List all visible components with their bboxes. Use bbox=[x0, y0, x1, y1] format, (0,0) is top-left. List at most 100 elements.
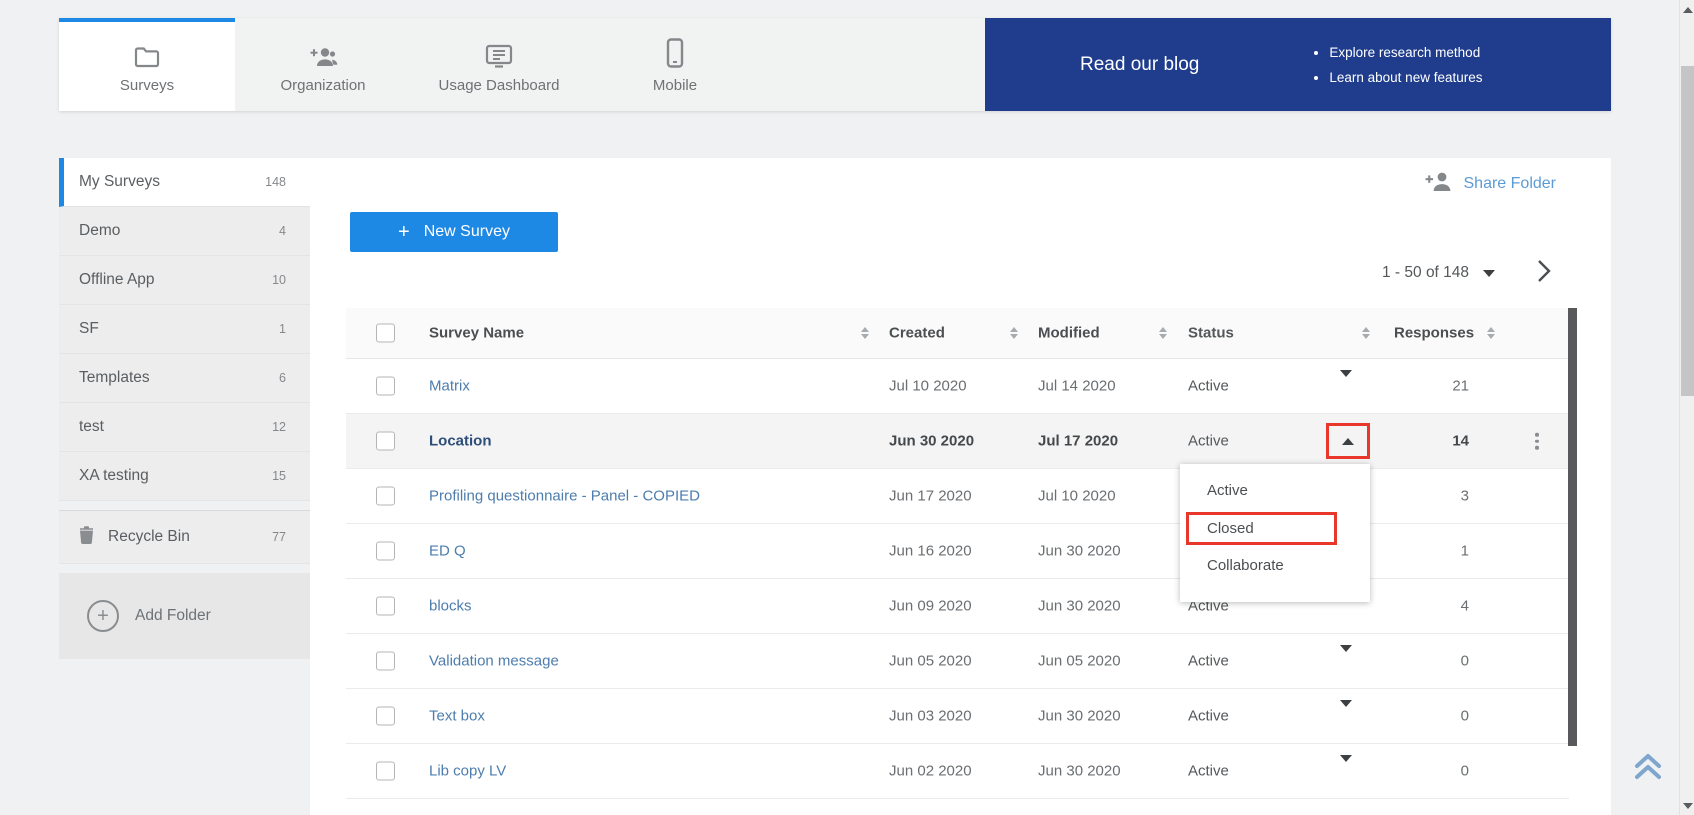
table-row: blocks Jun 09 2020 Jun 30 2020 Active 4 bbox=[346, 579, 1569, 634]
survey-name-link[interactable]: Profiling questionnaire - Panel - COPIED bbox=[429, 488, 700, 505]
annotation-box-dropdown-toggle[interactable] bbox=[1326, 423, 1370, 459]
sort-icon[interactable] bbox=[1362, 327, 1370, 339]
folder-icon bbox=[134, 34, 160, 68]
table-scrollbar-thumb[interactable] bbox=[1568, 308, 1577, 746]
share-folder-button[interactable]: Share Folder bbox=[1425, 172, 1557, 196]
tab-label: Usage Dashboard bbox=[439, 77, 560, 94]
pagination-range-label: 1 - 50 of 148 bbox=[1382, 264, 1469, 282]
sort-icon[interactable] bbox=[1487, 327, 1495, 339]
folder-label: My Surveys bbox=[79, 173, 160, 191]
table-row: Lib copy LV Jun 02 2020 Jun 30 2020 Acti… bbox=[346, 744, 1569, 799]
table-header-row: Survey Name Created Modified Status Resp… bbox=[346, 308, 1569, 359]
dropdown-option-collaborate[interactable]: Collaborate bbox=[1180, 545, 1370, 587]
folder-count: 77 bbox=[272, 530, 286, 544]
row-checkbox[interactable] bbox=[376, 377, 395, 396]
tab-mobile[interactable]: Mobile bbox=[587, 18, 763, 111]
created-date: Jul 10 2020 bbox=[889, 378, 967, 395]
survey-name-link[interactable]: ED Q bbox=[429, 543, 466, 560]
survey-name-link[interactable]: blocks bbox=[429, 598, 472, 615]
chevron-down-icon bbox=[1340, 755, 1352, 779]
new-survey-button[interactable]: + New Survey bbox=[350, 212, 558, 252]
sort-icon[interactable] bbox=[1159, 327, 1167, 339]
row-checkbox[interactable] bbox=[376, 652, 395, 671]
row-checkbox[interactable] bbox=[376, 542, 395, 561]
folder-count: 10 bbox=[272, 273, 286, 287]
created-date: Jun 30 2020 bbox=[889, 433, 974, 450]
back-to-top-button[interactable] bbox=[1632, 752, 1664, 787]
page-scrollbar-thumb[interactable] bbox=[1681, 66, 1694, 396]
table-row: Text box Jun 03 2020 Jun 30 2020 Active … bbox=[346, 689, 1569, 744]
created-date: Jun 03 2020 bbox=[889, 708, 972, 725]
scrollbar-up-arrow-icon[interactable] bbox=[1683, 7, 1693, 13]
modified-date: Jun 30 2020 bbox=[1038, 708, 1121, 725]
folder-count: 12 bbox=[272, 420, 286, 434]
dropdown-option-active[interactable]: Active bbox=[1180, 470, 1370, 512]
survey-name-link[interactable]: Lib copy LV bbox=[429, 763, 506, 780]
scrollbar-down-arrow-icon[interactable] bbox=[1683, 803, 1693, 809]
person-add-icon bbox=[1425, 172, 1452, 196]
next-page-button[interactable] bbox=[1536, 258, 1552, 289]
column-header-created: Created bbox=[889, 325, 945, 342]
table-row: Validation message Jun 05 2020 Jun 05 20… bbox=[346, 634, 1569, 689]
add-folder-button[interactable]: + Add Folder bbox=[59, 573, 310, 659]
folder-count: 1 bbox=[279, 322, 286, 336]
modified-date: Jul 17 2020 bbox=[1038, 433, 1118, 450]
sidebar-item-recycle-bin[interactable]: Recycle Bin 77 bbox=[59, 510, 310, 564]
row-checkbox[interactable] bbox=[376, 487, 395, 506]
table-row-selected: Location Jun 30 2020 Jul 17 2020 Active … bbox=[346, 414, 1569, 469]
chevron-right-icon bbox=[1536, 258, 1552, 284]
banner-bullet-list: Explore research method Learn about new … bbox=[1311, 40, 1482, 90]
dropdown-option-closed[interactable]: Closed bbox=[1189, 520, 1254, 537]
tab-surveys[interactable]: Surveys bbox=[59, 18, 235, 111]
surveys-table: Survey Name Created Modified Status Resp… bbox=[346, 308, 1569, 799]
sidebar-item-xa-testing[interactable]: XA testing 15 bbox=[59, 452, 310, 501]
sidebar-item-test[interactable]: test 12 bbox=[59, 403, 310, 452]
chevron-down-icon bbox=[1340, 645, 1352, 669]
folder-count: 6 bbox=[279, 371, 286, 385]
row-checkbox[interactable] bbox=[376, 707, 395, 726]
organization-icon bbox=[308, 34, 338, 68]
sidebar-item-templates[interactable]: Templates 6 bbox=[59, 354, 310, 403]
column-header-survey-name: Survey Name bbox=[429, 325, 524, 342]
row-checkbox[interactable] bbox=[376, 762, 395, 781]
chevron-down-icon bbox=[1340, 700, 1352, 724]
status-dropdown-toggle[interactable] bbox=[1340, 707, 1352, 725]
sidebar-item-offline-app[interactable]: Offline App 10 bbox=[59, 256, 310, 305]
status-dropdown-toggle[interactable] bbox=[1340, 377, 1352, 395]
responses-count: 4 bbox=[1366, 598, 1469, 615]
column-header-status: Status bbox=[1188, 325, 1234, 342]
created-date: Jun 17 2020 bbox=[889, 488, 972, 505]
row-checkbox[interactable] bbox=[376, 597, 395, 616]
pagination-range-select[interactable]: 1 - 50 of 148 bbox=[1382, 264, 1495, 282]
sidebar-item-my-surveys[interactable]: My Surveys 148 bbox=[59, 158, 310, 207]
responses-count: 1 bbox=[1366, 543, 1469, 560]
tab-organization[interactable]: Organization bbox=[235, 18, 411, 111]
status-dropdown-toggle[interactable] bbox=[1340, 652, 1352, 670]
survey-name-link[interactable]: Validation message bbox=[429, 653, 559, 670]
banner-title: Read our blog bbox=[1080, 54, 1199, 76]
blog-banner[interactable]: Read our blog Explore research method Le… bbox=[985, 18, 1611, 111]
row-actions-menu-icon[interactable] bbox=[1531, 429, 1543, 454]
status-dropdown-toggle[interactable] bbox=[1340, 762, 1352, 780]
sidebar-item-sf[interactable]: SF 1 bbox=[59, 305, 310, 354]
plus-circle-icon: + bbox=[87, 600, 119, 632]
folder-label: XA testing bbox=[79, 467, 149, 485]
status-value: Active bbox=[1188, 763, 1229, 780]
page-scrollbar[interactable] bbox=[1679, 0, 1694, 815]
sort-icon[interactable] bbox=[1010, 327, 1018, 339]
top-navigation: Surveys Organization Usage Dashboard Mob… bbox=[59, 18, 1611, 111]
column-header-responses: Responses bbox=[1394, 325, 1474, 342]
status-value: Active bbox=[1188, 433, 1229, 450]
sort-icon[interactable] bbox=[861, 327, 869, 339]
survey-name-link[interactable]: Location bbox=[429, 433, 492, 450]
tab-label: Mobile bbox=[653, 77, 697, 94]
folder-label: Recycle Bin bbox=[108, 528, 190, 546]
banner-bullet: Learn about new features bbox=[1329, 65, 1482, 90]
row-checkbox[interactable] bbox=[376, 432, 395, 451]
sidebar-item-demo[interactable]: Demo 4 bbox=[59, 207, 310, 256]
survey-name-link[interactable]: Text box bbox=[429, 708, 485, 725]
add-folder-label: Add Folder bbox=[135, 607, 211, 625]
survey-name-link[interactable]: Matrix bbox=[429, 378, 470, 395]
tab-usage-dashboard[interactable]: Usage Dashboard bbox=[411, 18, 587, 111]
select-all-checkbox[interactable] bbox=[376, 324, 395, 343]
